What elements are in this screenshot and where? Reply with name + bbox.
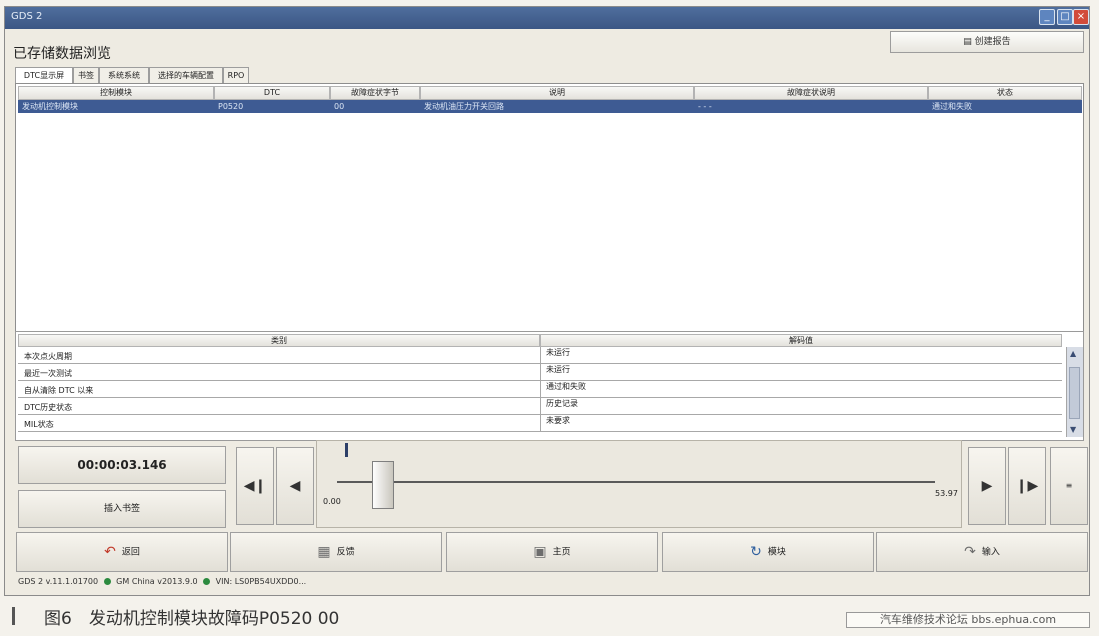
home-icon: ▣ bbox=[533, 544, 547, 560]
slider-marker bbox=[345, 443, 348, 457]
step-to-start-icon[interactable]: ◀❙ bbox=[236, 447, 274, 525]
table-row[interactable]: 自从清除 DTC 以来 通过和失败 bbox=[18, 381, 1062, 398]
home-label: 主页 bbox=[552, 547, 571, 558]
cell-status: 通过和失败 bbox=[932, 102, 972, 111]
slider-track[interactable] bbox=[337, 481, 935, 483]
cell-category: 本次点火周期 bbox=[24, 352, 72, 361]
step-to-end-icon[interactable]: ❙▶ bbox=[1008, 447, 1046, 525]
cell-category: MIL状态 bbox=[24, 420, 54, 429]
cell-value: 历史记录 bbox=[546, 399, 578, 408]
table-row[interactable]: 发动机控制模块 P0520 00 发动机油压力开关回路 - - - 通过和失败 bbox=[18, 100, 1082, 113]
cell-dtc: P0520 bbox=[218, 102, 244, 111]
report-icon: ▤ bbox=[963, 37, 975, 47]
playback-timer: 00:00:03.146 bbox=[18, 446, 226, 484]
step-back-icon[interactable]: ◀ bbox=[276, 447, 314, 525]
column-header-dtc[interactable]: DTC bbox=[214, 86, 330, 100]
side-panel-button[interactable]: ≡ bbox=[1050, 447, 1088, 525]
status-china: GM China v2013.9.0 bbox=[116, 577, 198, 586]
table-row[interactable]: DTC历史状态 历史记录 bbox=[18, 398, 1062, 415]
divider bbox=[540, 415, 541, 432]
insert-bookmark-button[interactable]: 插入书签 bbox=[18, 490, 226, 528]
status-vin: VIN: LS0PB54UXDD0... bbox=[215, 577, 307, 586]
title-bar: GDS 2 _ □ × bbox=[5, 7, 1089, 29]
feedback-label: 反馈 bbox=[336, 547, 355, 558]
cell-category: 最近一次测试 bbox=[24, 369, 72, 378]
figure-caption: 图6 发动机控制模块故障码P0520 00 bbox=[44, 609, 340, 629]
cell-module: 发动机控制模块 bbox=[22, 102, 78, 111]
close-button[interactable]: × bbox=[1073, 9, 1089, 25]
cell-value: 未要求 bbox=[546, 416, 570, 425]
create-report-label: 创建报告 bbox=[974, 37, 1011, 47]
status-dot-icon bbox=[103, 578, 111, 585]
input-button[interactable]: ↷ 输入 bbox=[876, 532, 1088, 572]
tab-vehicle-config[interactable]: 选择的车辆配置 bbox=[149, 67, 223, 83]
cell-byte: 00 bbox=[334, 102, 345, 111]
scroll-down-icon[interactable]: ▼ bbox=[1070, 425, 1076, 434]
cell-description: 发动机油压力开关回路 bbox=[424, 102, 504, 111]
minimize-button[interactable]: _ bbox=[1039, 9, 1055, 25]
slider-min-label: 0.00 bbox=[323, 497, 341, 506]
column-header-decoded-value[interactable]: 解码值 bbox=[540, 334, 1062, 347]
back-arrow-icon: ↶ bbox=[104, 544, 116, 560]
slider-thumb[interactable] bbox=[371, 461, 394, 509]
feedback-button[interactable]: ▦ 反馈 bbox=[230, 532, 442, 572]
tab-dtc-display[interactable]: DTC显示屏 bbox=[15, 67, 73, 84]
divider bbox=[540, 364, 541, 381]
status-version: GDS 2 v.11.1.01700 bbox=[18, 577, 99, 586]
cell-value: 未运行 bbox=[546, 348, 570, 357]
back-button[interactable]: ↶ 返回 bbox=[16, 532, 228, 572]
dtc-table: 控制模块 DTC 故障症状字节 说明 故障症状说明 状态 发动机控制模块 P05… bbox=[15, 83, 1084, 333]
create-report-button[interactable]: ▤ 创建报告 bbox=[890, 31, 1084, 53]
cell-category: DTC历史状态 bbox=[24, 403, 73, 412]
column-header-status[interactable]: 状态 bbox=[928, 86, 1082, 100]
divider bbox=[540, 398, 541, 415]
slider-max-label: 53.97 bbox=[935, 489, 958, 498]
tab-systems[interactable]: 系统系统 bbox=[99, 67, 149, 83]
scroll-up-icon[interactable]: ▲ bbox=[1070, 349, 1076, 358]
cell-value: 通过和失败 bbox=[546, 382, 586, 391]
step-forward-icon[interactable]: ▶ bbox=[968, 447, 1006, 525]
input-icon: ↷ bbox=[964, 544, 976, 560]
module-label: 模块 bbox=[767, 547, 786, 558]
divider bbox=[540, 381, 541, 398]
tab-rpo[interactable]: RPO bbox=[223, 67, 249, 83]
maximize-button[interactable]: □ bbox=[1057, 9, 1073, 25]
caption-bar bbox=[12, 607, 15, 625]
input-label: 输入 bbox=[981, 547, 1000, 558]
cell-category: 自从清除 DTC 以来 bbox=[24, 386, 94, 395]
column-header-symptom-byte[interactable]: 故障症状字节 bbox=[330, 86, 420, 100]
refresh-icon: ↻ bbox=[750, 544, 762, 560]
column-header-symptom-desc[interactable]: 故障症状说明 bbox=[694, 86, 928, 100]
vertical-scrollbar[interactable]: ▲ ▼ bbox=[1066, 347, 1083, 437]
column-header-module[interactable]: 控制模块 bbox=[18, 86, 214, 100]
tab-bookmarks[interactable]: 书签 bbox=[73, 67, 99, 83]
playback-slider[interactable]: 0.00 53.97 bbox=[316, 440, 962, 528]
table-row[interactable]: 本次点火周期 未运行 bbox=[18, 347, 1062, 364]
column-header-description[interactable]: 说明 bbox=[420, 86, 694, 100]
status-bar: GDS 2 v.11.1.01700 GM China v2013.9.0 VI… bbox=[18, 577, 306, 586]
module-button[interactable]: ↻ 模块 bbox=[662, 532, 874, 572]
dtc-detail-table: 类别 解码值 本次点火周期 未运行 最近一次测试 未运行 自从清除 DTC 以来… bbox=[15, 331, 1084, 441]
table-row[interactable]: 最近一次测试 未运行 bbox=[18, 364, 1062, 381]
table-row[interactable]: MIL状态 未要求 bbox=[18, 415, 1062, 432]
back-label: 返回 bbox=[121, 547, 140, 558]
page-title: 已存储数据浏览 bbox=[13, 46, 111, 62]
cell-value: 未运行 bbox=[546, 365, 570, 374]
feedback-icon: ▦ bbox=[317, 544, 331, 560]
status-dot-icon bbox=[203, 578, 211, 585]
scrollbar-thumb[interactable] bbox=[1069, 367, 1080, 419]
window-title: GDS 2 bbox=[11, 11, 43, 22]
column-header-category[interactable]: 类别 bbox=[18, 334, 540, 347]
cell-symptom-desc: - - - bbox=[698, 102, 712, 111]
watermark: 汽车维修技术论坛 bbs.ephua.com bbox=[846, 612, 1090, 628]
home-button[interactable]: ▣ 主页 bbox=[446, 532, 658, 572]
divider bbox=[540, 347, 541, 364]
